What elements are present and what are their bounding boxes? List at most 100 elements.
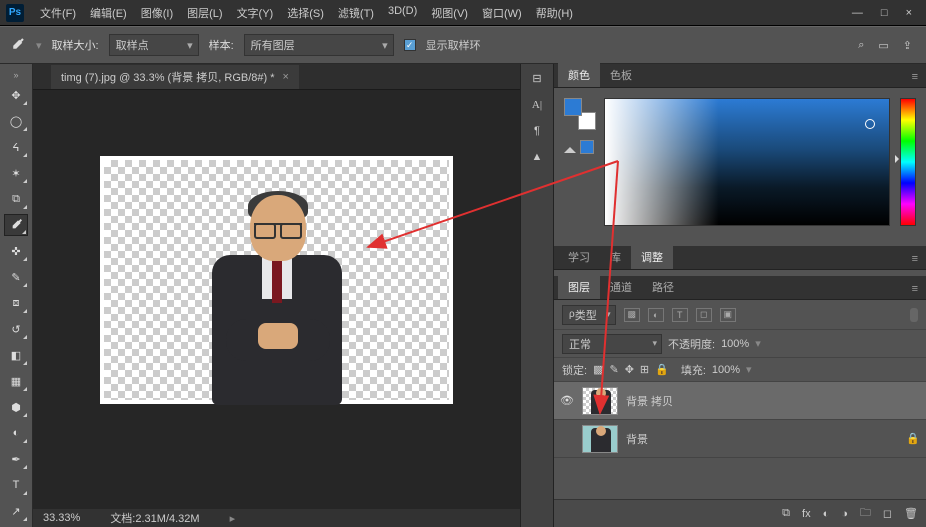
paragraph-panel-icon[interactable]: ¶: [534, 125, 540, 137]
filter-toggle[interactable]: [910, 308, 918, 322]
stamp-tool[interactable]: ⧈: [4, 292, 28, 314]
panel-menu-icon[interactable]: ≡: [904, 67, 926, 87]
fg-bg-swatch[interactable]: [564, 98, 588, 122]
type-tool[interactable]: T: [4, 474, 28, 496]
character-panel-icon[interactable]: A|: [532, 99, 542, 111]
sample-size-select[interactable]: 取样点: [109, 34, 199, 56]
tab-layers[interactable]: 图层: [558, 275, 600, 299]
menu-view[interactable]: 视图(V): [425, 2, 474, 24]
document-tab[interactable]: timg (7).jpg @ 33.3% (背景 拷贝, RGB/8#) * ×: [51, 65, 299, 89]
foreground-swatch[interactable]: [564, 98, 582, 116]
share-icon[interactable]: ⇪: [903, 39, 912, 52]
opacity-value[interactable]: 100%: [721, 338, 749, 350]
layer-filter-row: ρ 类型 ▩ ◐ T ◻ ▣: [554, 300, 926, 330]
delete-layer-icon[interactable]: 🗑: [904, 507, 918, 520]
wand-tool[interactable]: ✶: [4, 162, 28, 184]
menu-edit[interactable]: 编辑(E): [84, 2, 133, 24]
crop-tool[interactable]: ⧉: [4, 188, 28, 210]
color-picker-cursor: [865, 119, 875, 129]
lock-position-icon[interactable]: ✥: [625, 363, 634, 376]
history-panel-icon[interactable]: ⊟: [532, 72, 541, 85]
lasso-tool[interactable]: ᔦ: [4, 136, 28, 158]
lock-brush-icon[interactable]: ✎: [609, 363, 618, 376]
filter-image-icon[interactable]: ▩: [624, 308, 640, 322]
menu-select[interactable]: 选择(S): [281, 2, 330, 24]
sample-size-label: 取样大小:: [52, 37, 99, 53]
heal-tool[interactable]: ✜: [4, 240, 28, 262]
minimize-icon[interactable]: —: [852, 7, 863, 19]
layer-name[interactable]: 背景: [626, 431, 648, 447]
group-icon[interactable]: 🗀: [860, 504, 871, 523]
menu-window[interactable]: 窗口(W): [476, 2, 528, 24]
link-layers-icon[interactable]: ⧉: [782, 507, 790, 520]
filter-type-icon[interactable]: T: [672, 308, 688, 322]
menu-3d[interactable]: 3D(D): [382, 2, 423, 24]
window-controls: — □ ×: [852, 7, 920, 19]
panel-menu-icon[interactable]: ≡: [904, 249, 926, 269]
menu-file[interactable]: 文件(F): [34, 2, 82, 24]
filter-smart-icon[interactable]: ▣: [720, 308, 736, 322]
eyedropper-tool[interactable]: [4, 214, 28, 236]
swatches-panel-icon[interactable]: ▲: [532, 151, 543, 163]
fx-icon[interactable]: fx: [802, 508, 811, 520]
canvas[interactable]: [104, 160, 449, 400]
lock-artboard-icon[interactable]: ⊞: [640, 363, 649, 376]
menu-help[interactable]: 帮助(H): [530, 2, 579, 24]
canvas-image: [202, 189, 352, 404]
layer-thumbnail[interactable]: [582, 387, 618, 415]
history-brush-tool[interactable]: ↺: [4, 318, 28, 340]
layer-filter-select[interactable]: ρ 类型: [562, 305, 616, 325]
dodge-tool[interactable]: ◐: [4, 422, 28, 444]
filter-shape-icon[interactable]: ◻: [696, 308, 712, 322]
visibility-icon[interactable]: 👁: [560, 394, 574, 407]
menu-layer[interactable]: 图层(L): [181, 2, 228, 24]
adjustment-icon[interactable]: ◑: [841, 508, 848, 520]
tab-adjust[interactable]: 调整: [631, 245, 673, 269]
lock-pixels-icon[interactable]: ▩: [593, 363, 603, 376]
search-icon[interactable]: ⌕: [858, 39, 864, 52]
filter-adjust-icon[interactable]: ◐: [648, 308, 664, 322]
hue-slider[interactable]: [900, 98, 916, 226]
panel-menu-icon[interactable]: ≡: [904, 279, 926, 299]
tab-library[interactable]: 库: [600, 245, 631, 269]
eraser-tool[interactable]: ◧: [4, 344, 28, 366]
marquee-tool[interactable]: ◯: [4, 110, 28, 132]
workspace-icon[interactable]: ▭: [878, 39, 888, 52]
lock-icon[interactable]: 🔒: [906, 432, 920, 445]
menu-type[interactable]: 文字(Y): [231, 2, 280, 24]
new-layer-icon[interactable]: ◻: [883, 507, 892, 520]
sample-select[interactable]: 所有图层: [244, 34, 394, 56]
blend-mode-select[interactable]: 正常: [562, 334, 662, 354]
maximize-icon[interactable]: □: [881, 7, 888, 19]
lock-all-icon[interactable]: 🔒: [655, 363, 669, 376]
mask-icon[interactable]: ◐: [823, 508, 830, 520]
doc-info[interactable]: 文档:2.31M/4.32M: [110, 510, 199, 526]
tab-color[interactable]: 颜色: [558, 63, 600, 87]
close-icon[interactable]: ×: [906, 7, 912, 19]
layer-row[interactable]: 👁 背景 拷贝: [554, 382, 926, 420]
layer-name[interactable]: 背景 拷贝: [626, 393, 673, 409]
tab-learn[interactable]: 学习: [558, 245, 600, 269]
current-color-swatch[interactable]: [580, 140, 594, 154]
brush-tool[interactable]: ✎: [4, 266, 28, 288]
gradient-tool[interactable]: ▦: [4, 370, 28, 392]
show-ring-checkbox[interactable]: ✓: [404, 39, 416, 51]
layer-row[interactable]: 背景 🔒: [554, 420, 926, 458]
fill-value[interactable]: 100%: [712, 364, 740, 376]
tool-preset-icon[interactable]: [8, 36, 26, 54]
path-tool[interactable]: ↗: [4, 500, 28, 522]
tab-swatches[interactable]: 色板: [600, 63, 642, 87]
menu-filter[interactable]: 滤镜(T): [332, 2, 380, 24]
blur-tool[interactable]: ⬢: [4, 396, 28, 418]
zoom-level[interactable]: 33.33%: [43, 512, 80, 524]
move-tool[interactable]: ✥: [4, 84, 28, 106]
tab-channels[interactable]: 通道: [600, 275, 642, 299]
pen-tool[interactable]: ✒: [4, 448, 28, 470]
app-logo: Ps: [6, 4, 24, 22]
color-field[interactable]: [604, 98, 890, 226]
layer-thumbnail[interactable]: [582, 425, 618, 453]
menu-image[interactable]: 图像(I): [135, 2, 179, 24]
show-ring-label: 显示取样环: [426, 37, 481, 53]
tab-paths[interactable]: 路径: [642, 275, 684, 299]
tab-close-icon[interactable]: ×: [283, 71, 289, 83]
